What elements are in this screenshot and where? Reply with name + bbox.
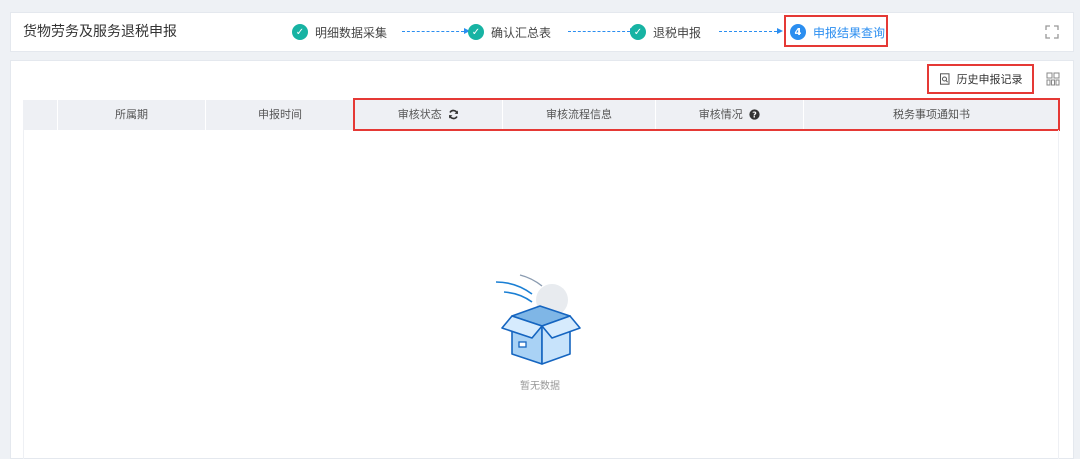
- step-detail-collection[interactable]: ✓ 明细数据采集: [292, 13, 387, 51]
- row-select-column: [23, 100, 57, 130]
- column-declare-time[interactable]: 申报时间: [205, 100, 354, 130]
- column-label: 税务事项通知书: [893, 108, 970, 121]
- step-confirm-summary[interactable]: ✓ 确认汇总表: [468, 13, 551, 51]
- document-search-icon: [939, 73, 949, 85]
- column-review-flow[interactable]: 审核流程信息: [502, 100, 655, 130]
- refresh-icon[interactable]: [448, 109, 459, 120]
- column-tax-notice[interactable]: 税务事项通知书: [803, 100, 1059, 130]
- arrow-icon: [719, 28, 783, 34]
- active-step-highlight: [784, 15, 888, 47]
- svg-text:?: ?: [752, 110, 757, 119]
- column-review-status[interactable]: 审核状态: [354, 100, 502, 130]
- column-label: 审核流程信息: [546, 108, 612, 121]
- column-label: 所属期: [115, 108, 148, 121]
- stepper: ✓ 明细数据采集 ✓ 确认汇总表 ✓ 退税申报 4 申报结果查询: [11, 13, 1073, 51]
- fullscreen-icon[interactable]: [1045, 25, 1059, 39]
- column-review-detail[interactable]: 审核情况 ?: [655, 100, 803, 130]
- arrow-icon: [568, 28, 636, 34]
- column-period[interactable]: 所属期: [57, 100, 205, 130]
- history-records-label: 历史申报记录: [956, 73, 1023, 86]
- history-records-button[interactable]: 历史申报记录: [927, 64, 1034, 94]
- step-label: 退税申报: [653, 25, 702, 40]
- table-header: 所属期 申报时间 审核状态 审核流程信息 审核情况 ? 税务事项通知书: [23, 100, 1059, 130]
- step-label: 确认汇总表: [491, 25, 552, 40]
- step-refund-declaration[interactable]: ✓ 退税申报: [630, 13, 701, 51]
- page-header: 货物劳务及服务退税申报 ✓ 明细数据采集 ✓ 确认汇总表 ✓ 退税申报 4 申报…: [10, 12, 1074, 52]
- column-label: 审核情况: [698, 108, 743, 121]
- check-icon: ✓: [630, 24, 646, 40]
- column-settings-icon[interactable]: [1046, 72, 1060, 86]
- empty-box-icon: [495, 274, 581, 365]
- column-label: 审核状态: [397, 108, 442, 121]
- empty-state-text: 暂无数据: [520, 381, 560, 392]
- check-icon: ✓: [468, 24, 484, 40]
- help-icon[interactable]: ?: [749, 108, 760, 120]
- check-icon: ✓: [292, 24, 308, 40]
- arrow-icon: [402, 28, 470, 34]
- step-label: 明细数据采集: [315, 25, 388, 40]
- column-label: 申报时间: [258, 108, 302, 121]
